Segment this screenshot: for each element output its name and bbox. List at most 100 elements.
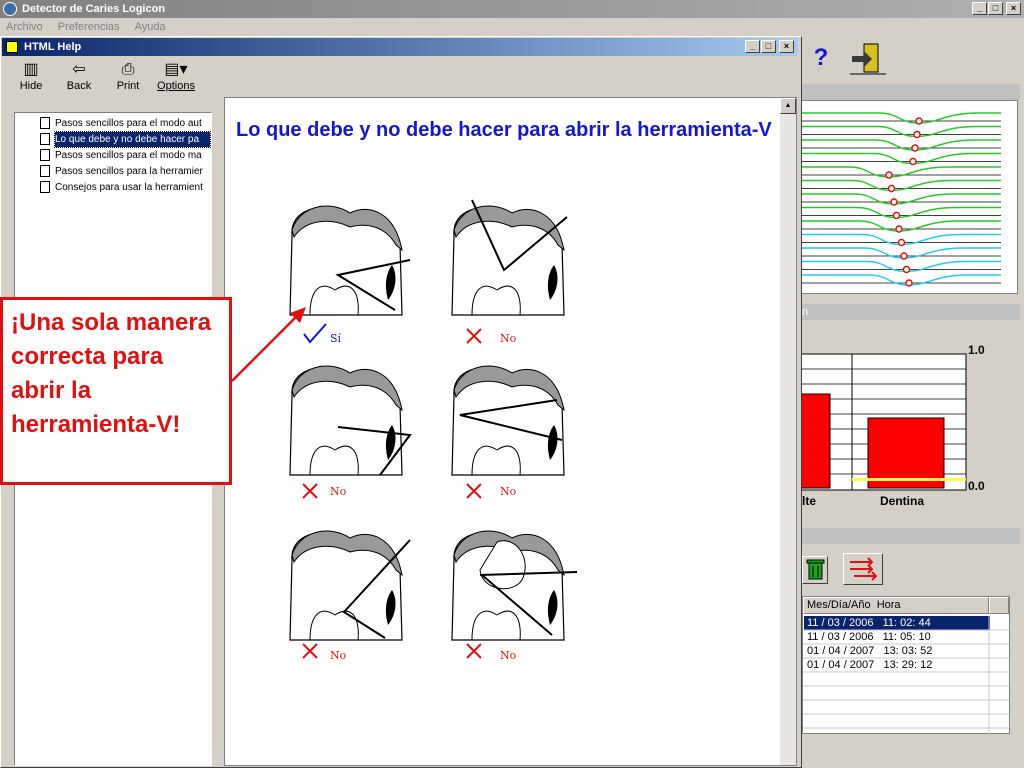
section-header-1 (800, 84, 1020, 100)
verdict-1: Sí (330, 332, 342, 345)
verdict-3: No (330, 485, 347, 498)
topic-item[interactable]: Consejos para usar la herramient (55, 180, 210, 195)
tooth-2 (451, 199, 568, 316)
verdict-5: No (330, 649, 347, 662)
trace-line (801, 152, 1001, 165)
app-logo-icon (3, 2, 17, 16)
app-title-bar: Detector de Caries Logicon (0, 0, 1024, 18)
caries-bar-chart (799, 340, 1020, 515)
topic-item[interactable]: Lo que debe y no debe hacer pa (54, 131, 211, 148)
topic-item[interactable]: Pasos sencillos para el modo ma (55, 148, 210, 163)
cross-icon (466, 643, 482, 659)
maximize-button[interactable]: □ (988, 2, 1003, 15)
threshold-band (852, 478, 966, 481)
back-label: Back (66, 80, 92, 92)
trace-line (801, 112, 1001, 124)
trace-marker (913, 130, 921, 139)
scroll-up-button[interactable]: ▲ (780, 98, 796, 114)
topic-page-icon (40, 117, 50, 129)
trace-line (801, 193, 1001, 205)
topic-item[interactable]: Pasos sencillos para el modo aut (55, 116, 210, 131)
trace-marker (892, 211, 901, 220)
trace-line (801, 206, 1001, 219)
tooth-6 (451, 530, 578, 641)
trace-marker (909, 157, 917, 166)
callout-box: ¡Una sola manera correcta para abrir la … (0, 297, 232, 485)
chart-top-label: 1.0 (968, 343, 985, 357)
topic-title: Lo que debe y no debe hacer para abrir l… (236, 119, 772, 141)
callout-arrow (231, 307, 306, 382)
trace-line (801, 274, 1001, 286)
help-question-icon[interactable]: ? (808, 44, 834, 72)
tooth-illustrations (289, 199, 578, 641)
transfer-button[interactable] (843, 553, 883, 585)
trace-marker (885, 171, 893, 179)
topic-page-icon (40, 165, 50, 177)
transfer-arrows-icon (850, 557, 878, 581)
verdict-4: No (500, 485, 517, 498)
options-icon: ▤▾ (164, 61, 188, 78)
menu-ayuda[interactable]: Ayuda (135, 21, 166, 33)
minimize-button[interactable]: _ (972, 2, 987, 15)
verdict-2: No (500, 332, 517, 345)
chart-bottom-label: 0.0 (968, 479, 985, 493)
trace-marker (890, 198, 898, 206)
printer-icon: ⎙ (121, 61, 135, 78)
trace-marker (900, 252, 908, 260)
trash-button[interactable] (802, 556, 828, 584)
content-scrollbar[interactable] (780, 98, 796, 765)
help-window-title: HTML Help (2, 38, 798, 56)
options-button[interactable]: ▤▾ Options (153, 60, 199, 96)
menu-archivo[interactable]: Archivo (6, 21, 43, 33)
print-label: Print (116, 80, 140, 92)
cross-icon (302, 483, 318, 499)
help-minimize-button[interactable]: _ (745, 40, 760, 53)
trace-line (801, 260, 1001, 273)
table-grid (803, 616, 1009, 734)
bar-dentina (867, 417, 945, 489)
help-window-icon (6, 41, 18, 53)
close-button[interactable]: × (1006, 2, 1021, 15)
topic-item[interactable]: Pasos sencillos para la herramier (55, 164, 210, 179)
section-header-2: n (800, 304, 1020, 320)
sensor-trace-display (800, 100, 1018, 294)
bar-label-dentina: Dentina (880, 494, 925, 508)
bar-esmalte (799, 393, 831, 489)
tooth-1 (289, 205, 411, 316)
topic-page-icon (40, 149, 50, 161)
help-close-button[interactable]: × (779, 40, 794, 53)
back-arrow-icon: ⇦ (72, 61, 86, 78)
cross-icon (466, 328, 482, 344)
options-label: Options (157, 80, 195, 92)
exit-door-icon[interactable] (848, 42, 888, 76)
topic-page-icon (40, 133, 50, 145)
trace-line (801, 125, 1001, 138)
menu-preferencias[interactable]: Preferencias (58, 21, 120, 33)
help-maximize-button[interactable]: □ (761, 40, 776, 53)
table-header-extra[interactable] (989, 597, 1009, 614)
hide-icon: ▥ (23, 61, 39, 78)
trace-line (801, 166, 1001, 178)
tooth-4 (451, 365, 565, 476)
tooth-3 (289, 365, 412, 476)
section-header-3 (800, 528, 1020, 544)
tooth-5 (289, 530, 411, 641)
cross-icon (466, 483, 482, 499)
hide-label: Hide (19, 80, 43, 92)
cross-icon (302, 643, 318, 659)
trace-marker (915, 117, 923, 125)
trace-line (801, 179, 1001, 192)
trace-marker (905, 279, 913, 287)
table-header-datetime[interactable]: Mes/Día/Año Hora (803, 597, 989, 614)
topic-page-icon (40, 181, 50, 193)
trace-marker (897, 238, 906, 247)
trace-marker (895, 225, 903, 233)
trace-line (801, 139, 1001, 151)
trash-icon (806, 559, 825, 580)
trace-marker (911, 144, 919, 152)
verdict-6: No (500, 649, 517, 662)
print-button[interactable]: ⎙ Print (105, 60, 151, 96)
back-button[interactable]: ⇦ Back (56, 60, 102, 96)
hide-button[interactable]: ▥ Hide (8, 60, 54, 96)
menu-bar: Archivo Preferencias Ayuda (0, 18, 1024, 36)
